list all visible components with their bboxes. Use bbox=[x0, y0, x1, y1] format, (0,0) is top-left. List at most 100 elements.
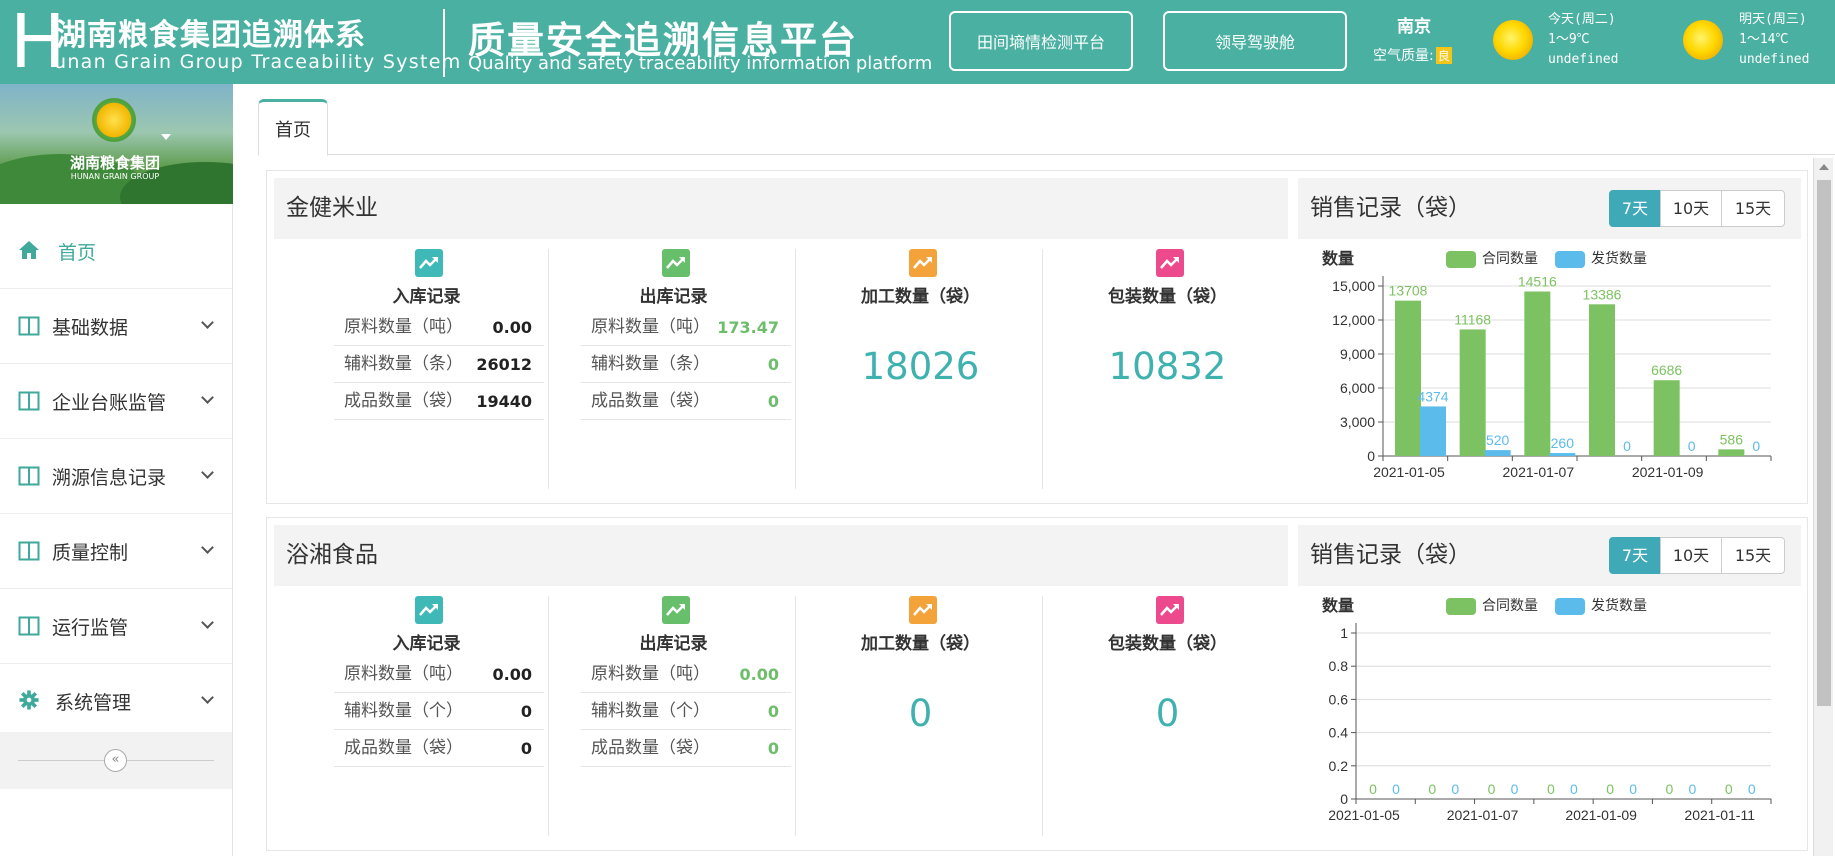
legend-label: 合同数量 bbox=[1482, 251, 1538, 267]
bar bbox=[1484, 450, 1511, 456]
range-10-days-button[interactable]: 10天 bbox=[1660, 537, 1722, 574]
bar-value-label: 11168 bbox=[1454, 311, 1491, 327]
leader-cockpit-button[interactable]: 领导驾驶舱 bbox=[1163, 11, 1347, 71]
stat-title: 出库记录 bbox=[639, 287, 708, 307]
legend-contract[interactable]: 合同数量 bbox=[1446, 250, 1538, 268]
bar-value-label: 0 bbox=[1547, 781, 1555, 797]
legend-swatch bbox=[1555, 250, 1585, 268]
trend-up-icon bbox=[415, 249, 443, 277]
tab-home[interactable]: 首页 bbox=[258, 99, 328, 156]
stat-row: 成品数量（袋） 0 bbox=[581, 383, 791, 420]
stat-key: 成品数量（袋） bbox=[344, 738, 463, 758]
bar bbox=[1420, 406, 1446, 456]
y-tick-label: 0.2 bbox=[1329, 758, 1349, 774]
collapse-sidebar-button[interactable]: « bbox=[104, 749, 127, 772]
legend-swatch bbox=[1555, 597, 1585, 615]
range-15-days-button[interactable]: 15天 bbox=[1721, 190, 1785, 227]
y-tick-label: 0.6 bbox=[1329, 691, 1349, 707]
sidebar-item-home[interactable]: 首页 bbox=[0, 214, 232, 289]
stat-key: 辅料数量（条） bbox=[344, 354, 463, 374]
weather-tomorrow-temp: 1～14℃ bbox=[1739, 32, 1789, 47]
gear-icon bbox=[19, 690, 39, 710]
stat-value: 0 bbox=[520, 739, 532, 758]
field-monitor-button[interactable]: 田间墒情检测平台 bbox=[949, 11, 1133, 71]
range-15-days-button[interactable]: 15天 bbox=[1721, 537, 1785, 574]
stat-key: 成品数量（袋） bbox=[591, 391, 710, 411]
sidebar-item-operation[interactable]: 运行监管 bbox=[0, 589, 232, 664]
bar bbox=[1459, 329, 1486, 456]
legend-swatch bbox=[1446, 250, 1476, 268]
legend-contract[interactable]: 合同数量 bbox=[1446, 597, 1538, 615]
columns-icon bbox=[18, 541, 40, 561]
range-7-days-button[interactable]: 7天 bbox=[1609, 190, 1661, 227]
stat-title: 出库记录 bbox=[639, 634, 708, 654]
process-stat: 加工数量（袋） 18026 bbox=[798, 249, 1043, 489]
stat-value: 26012 bbox=[476, 355, 532, 374]
bar bbox=[1524, 291, 1551, 456]
bar-value-label: 6686 bbox=[1651, 362, 1682, 378]
weather-city: 南京 bbox=[1397, 17, 1431, 37]
y-tick-label: 0.8 bbox=[1329, 658, 1349, 674]
content-scrollbar[interactable] bbox=[1813, 158, 1833, 856]
stat-title: 入库记录 bbox=[392, 634, 461, 654]
bar-value-label: 0 bbox=[1623, 438, 1631, 454]
stat-row: 成品数量（袋） 0 bbox=[334, 730, 544, 767]
y-tick-label: 0 bbox=[1367, 448, 1375, 464]
bar-value-label: 0 bbox=[1369, 781, 1377, 797]
bar-value-label: 0 bbox=[1392, 781, 1400, 797]
legend-shipped[interactable]: 发货数量 bbox=[1555, 597, 1647, 615]
scrollbar-thumb[interactable] bbox=[1817, 180, 1831, 706]
sidebar-item-trace-records[interactable]: 溯源信息记录 bbox=[0, 439, 232, 514]
sun-icon bbox=[1683, 20, 1723, 60]
bar bbox=[1589, 304, 1615, 456]
legend-label: 合同数量 bbox=[1482, 598, 1538, 614]
bar-value-label: 520 bbox=[1486, 432, 1510, 448]
sidebar-item-ledger[interactable]: 企业台账监管 bbox=[0, 364, 232, 439]
weather-today-temp: 1～9℃ bbox=[1548, 32, 1590, 47]
bar-value-label: 0 bbox=[1748, 781, 1756, 797]
scroll-up-icon[interactable] bbox=[1819, 164, 1829, 170]
brand-name: 湖南粮食集团 bbox=[69, 154, 160, 172]
sales-bar-chart: 00.20.40.60.810 02021-01-050 0 0 02021-01-07… bbox=[1328, 623, 1772, 823]
sidebar-collapse-bar: « bbox=[0, 732, 232, 789]
weather-tomorrow-day: 明天(周三) bbox=[1739, 12, 1807, 27]
sidebar-item-label: 首页 bbox=[58, 241, 97, 264]
range-10-days-button[interactable]: 10天 bbox=[1660, 190, 1722, 227]
range-7-days-button[interactable]: 7天 bbox=[1609, 537, 1661, 574]
trend-up-icon bbox=[1156, 596, 1184, 624]
sidebar-item-label: 基础数据 bbox=[52, 316, 129, 339]
top-header: H 湖南粮食集团追溯体系 unan Grain Group Traceabili… bbox=[0, 0, 1835, 84]
air-quality-badge: 良 bbox=[1435, 47, 1452, 64]
stat-row: 原料数量（吨） 173.47 bbox=[581, 309, 791, 346]
package-stat: 包装数量（袋） 10832 bbox=[1045, 249, 1290, 489]
bar-value-label: 13708 bbox=[1389, 283, 1428, 299]
bar-value-label: 0 bbox=[1725, 781, 1733, 797]
bar-value-label: 0 bbox=[1752, 438, 1760, 454]
home-icon bbox=[19, 241, 39, 259]
legend-shipped[interactable]: 发货数量 bbox=[1555, 250, 1647, 268]
sidebar-item-quality-control[interactable]: 质量控制 bbox=[0, 514, 232, 589]
sidebar-item-label: 溯源信息记录 bbox=[52, 466, 167, 489]
bar-value-label: 14516 bbox=[1518, 273, 1557, 289]
sidebar-item-basic-data[interactable]: 基础数据 bbox=[0, 289, 232, 364]
company-panel: 浴湘食品 入库记录 原料数量（吨） 0.00 辅料数量（个） 0 成品数量（袋） 0 … bbox=[266, 517, 1808, 851]
sidebar-logo[interactable]: 湖南粮食集团 HUNAN GRAIN GROUP bbox=[0, 84, 233, 204]
caret-down-icon[interactable] bbox=[161, 134, 171, 140]
stat-title: 加工数量（袋） bbox=[861, 287, 980, 307]
sidebar-item-system[interactable]: 系统管理 bbox=[0, 664, 232, 739]
inbound-stat: 入库记录 原料数量（吨） 0.00 辅料数量（个） 0 成品数量（袋） 0 bbox=[304, 596, 549, 836]
sidebar: 湖南粮食集团 HUNAN GRAIN GROUP 首页 基础数据 企业台账监管 … bbox=[0, 84, 233, 856]
stat-row: 原料数量（吨） 0.00 bbox=[334, 656, 544, 693]
stat-value: 0.00 bbox=[492, 318, 532, 337]
x-tick-label: 2021-01-07 bbox=[1503, 464, 1575, 480]
stat-title: 包装数量（袋） bbox=[1108, 287, 1227, 307]
stat-title: 入库记录 bbox=[392, 287, 461, 307]
stat-key: 辅料数量（条） bbox=[591, 354, 710, 374]
chart-y-label: 数量 bbox=[1322, 249, 1355, 268]
sun-icon bbox=[1493, 20, 1533, 60]
package-stat: 包装数量（袋） 0 bbox=[1045, 596, 1290, 836]
y-tick-label: 15,000 bbox=[1332, 278, 1375, 294]
company-title: 金健米业 bbox=[274, 178, 1288, 239]
weather-tomorrow: 明天(周三) 1～14℃ undefined bbox=[1739, 10, 1809, 70]
bar-value-label: 0 bbox=[1606, 781, 1614, 797]
